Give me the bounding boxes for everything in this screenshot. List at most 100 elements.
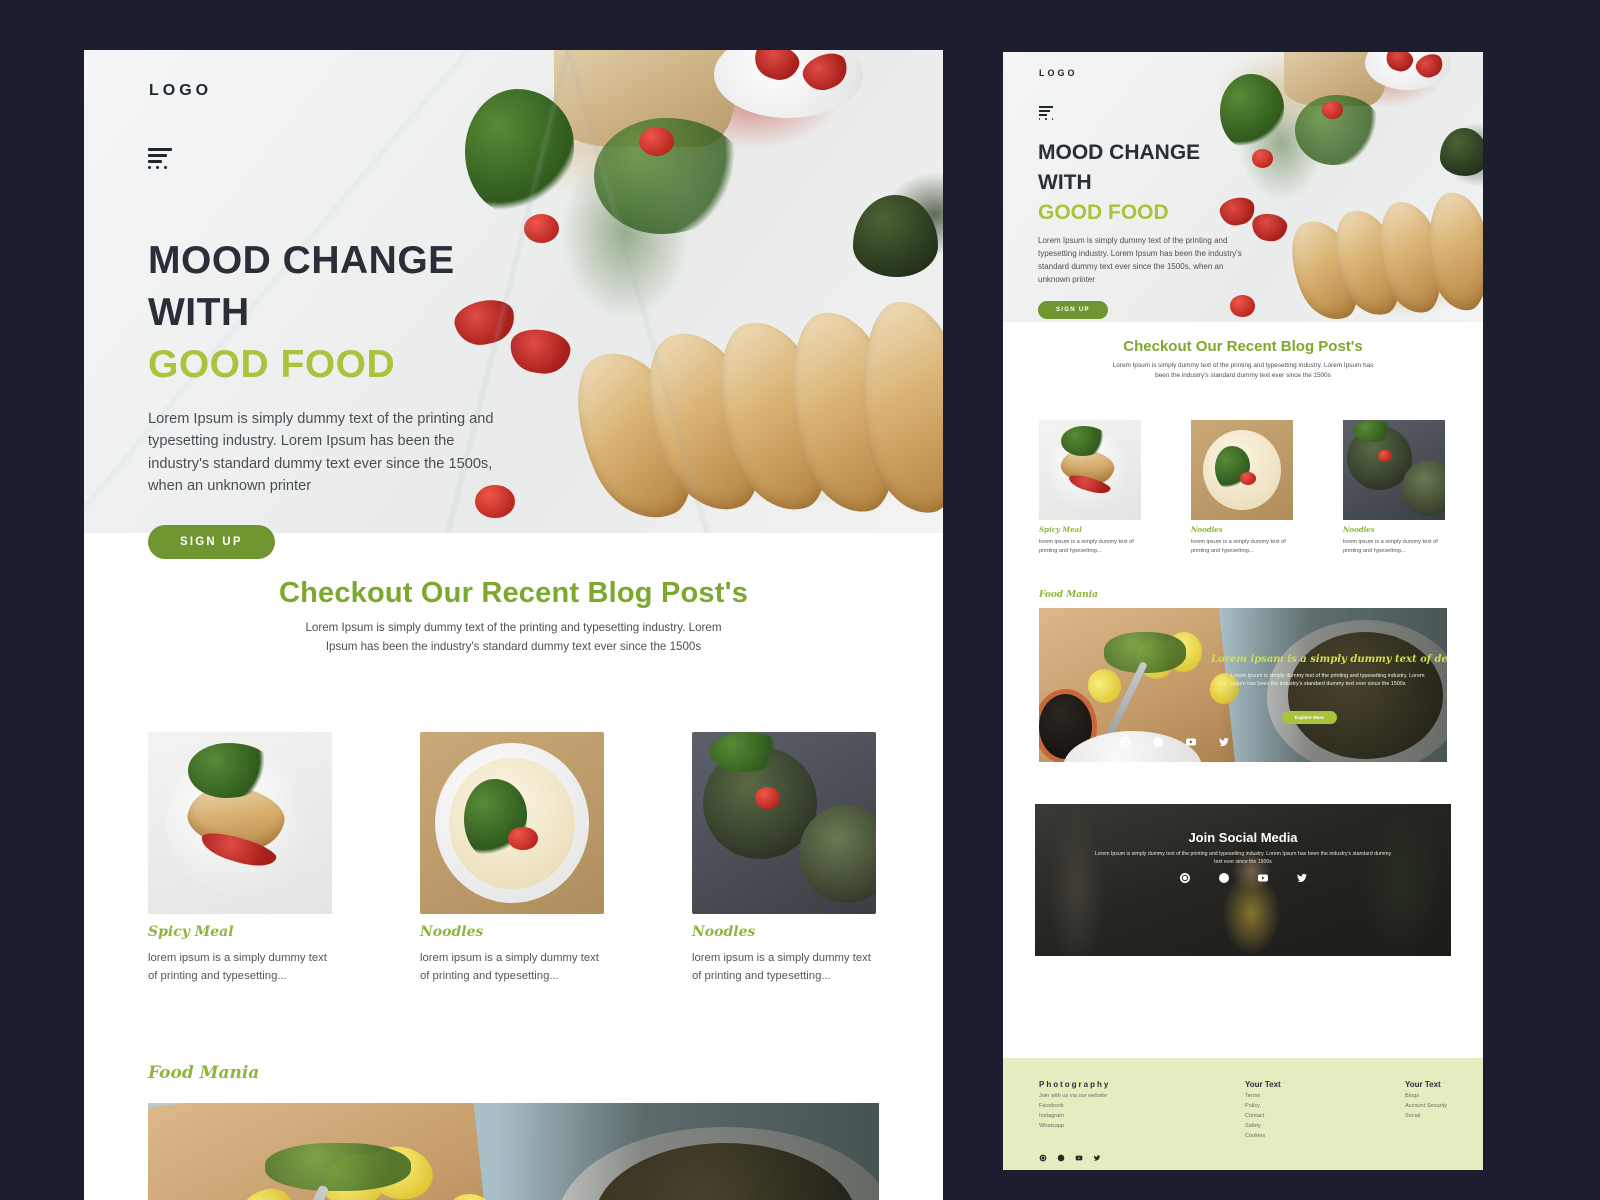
blog-card-text: lorem ipsum is a simply dummy text of pr… — [420, 952, 599, 983]
hero-paragraph: Lorem Ipsum is simply dummy text of the … — [148, 410, 494, 495]
footer-link[interactable]: Safety — [1245, 1123, 1405, 1129]
blog-card-image — [148, 732, 332, 915]
blog-card-text: lorem ipsum is a simply dummy text of pr… — [148, 952, 327, 983]
compact-blog-card-image — [1039, 419, 1141, 520]
twitter-icon[interactable] — [1093, 1154, 1101, 1162]
footer-link[interactable]: Blogs — [1405, 1093, 1447, 1099]
compact-blog-card-caption: Noodles — [1343, 524, 1375, 534]
blog-title: Checkout Our Recent Blog Post's — [278, 577, 749, 609]
compact-hero-headline-line1: MOOD CHANGE — [1038, 141, 1201, 164]
explore-more-button[interactable]: Explore More — [1281, 710, 1337, 724]
hero-headline-line2: WITH — [148, 290, 250, 334]
compact-food-mania-label: Food Mania — [1039, 589, 1098, 600]
compact-blog-card-text: lorem ipsum is a simply dummy text of pr… — [1343, 538, 1438, 554]
compact-hero-copy: MOOD CHANGE WITH GOOD FOOD Lorem Ipsum i… — [1038, 138, 1268, 320]
menu-dots — [1039, 118, 1053, 120]
join-social-title: Join Social Media — [1188, 829, 1298, 845]
blog-subtitle: Lorem Ipsum is simply dummy text of the … — [305, 621, 722, 653]
compact-mania-paragraph: Lorem Ipsum is simply dummy text of the … — [1231, 672, 1425, 688]
instagram-icon[interactable] — [1179, 872, 1191, 884]
footer-social-links — [1039, 1154, 1101, 1162]
compact-blog-card-text: lorem ipsum is a simply dummy text of pr… — [1191, 538, 1286, 554]
blog-card-caption: Spicy Meal — [148, 924, 234, 941]
join-social-media-section: Join Social Media Lorem Ipsum is simply … — [1035, 803, 1451, 956]
compact-blog-subtitle: Lorem Ipsum is simply dummy text of the … — [1112, 362, 1374, 380]
compact-hamburger-menu-icon[interactable] — [1039, 106, 1053, 120]
compact-blog-card-image — [1191, 419, 1293, 520]
blog-card-image — [692, 732, 876, 915]
youtube-icon[interactable] — [1257, 872, 1269, 884]
blog-card-caption: Noodles — [420, 924, 484, 941]
footer-link[interactable]: Social — [1405, 1113, 1447, 1119]
footer-link[interactable]: Whatsapp — [1039, 1123, 1245, 1129]
hero-headline-line3: GOOD FOOD — [148, 342, 396, 386]
compact-blog-card[interactable]: Spicy Meal lorem ipsum is a simply dummy… — [1039, 419, 1141, 556]
compact-logo[interactable]: LOGO — [1039, 68, 1078, 78]
tomato-photo-element — [639, 127, 674, 157]
compact-food-mania-banner[interactable]: Lorem ipsam is a simply dummy text of de… — [1039, 607, 1447, 762]
footer-heading: Photography — [1039, 1080, 1111, 1089]
join-social-subtitle: Lorem Ipsum is simply dummy text of the … — [1094, 850, 1392, 866]
blog-card[interactable]: Noodles lorem ipsum is a simply dummy te… — [692, 732, 876, 985]
noodles-bowls-photo — [692, 732, 876, 915]
footer-link[interactable]: Contact — [1245, 1113, 1405, 1119]
compact-blog-title: Checkout Our Recent Blog Post's — [1123, 338, 1363, 355]
facebook-icon[interactable] — [1218, 872, 1230, 884]
compact-mania-social-links — [1119, 736, 1230, 748]
footer-column-photography: Photography Join with us via our website… — [1039, 1080, 1245, 1170]
compact-blog-card[interactable]: Noodles lorem ipsum is a simply dummy te… — [1191, 419, 1293, 556]
signup-button[interactable]: SIGN UP — [148, 525, 275, 560]
blog-card[interactable]: Noodles lorem ipsum is a simply dummy te… — [420, 732, 604, 985]
footer-link[interactable]: Cookies — [1245, 1133, 1405, 1139]
facebook-icon[interactable] — [1057, 1154, 1065, 1162]
join-social-links — [1035, 872, 1451, 884]
desktop-mockup-panel: LOGO MOOD CHANGE WITH GOOD FOOD Lorem Ip… — [84, 50, 943, 1200]
blog-card[interactable]: Spicy Meal lorem ipsum is a simply dummy… — [148, 732, 332, 985]
hero-headline-line1: MOOD CHANGE — [148, 239, 455, 282]
instagram-icon[interactable] — [1119, 736, 1131, 748]
hero-copy: MOOD CHANGE WITH GOOD FOOD Lorem Ipsum i… — [148, 235, 548, 560]
hero-section: LOGO MOOD CHANGE WITH GOOD FOOD Lorem Ip… — [84, 50, 943, 560]
herb-photo-element — [264, 1143, 412, 1192]
youtube-icon[interactable] — [1075, 1154, 1083, 1162]
facebook-icon[interactable] — [1152, 736, 1164, 748]
avocado-photo-element — [853, 194, 938, 277]
blog-section: Checkout Our Recent Blog Post's Lorem Ip… — [84, 533, 943, 985]
noodles-photo — [420, 732, 604, 915]
compact-blog-card-list: Spicy Meal lorem ipsum is a simply dummy… — [1039, 419, 1447, 556]
kale-photo-element — [464, 88, 575, 215]
footer-link[interactable]: Terms — [1245, 1093, 1405, 1099]
food-mania-banner[interactable]: Lorem ipsam is a simply dummy text of de… — [148, 1103, 879, 1200]
hamburger-menu-icon[interactable] — [148, 148, 172, 170]
twitter-icon[interactable] — [1296, 872, 1308, 884]
compact-signup-button[interactable]: SIGN UP — [1038, 301, 1108, 320]
compact-mockup-panel: LOGO MOOD CHANGE WITH GOOD FOOD Lorem Ip… — [1003, 52, 1483, 1170]
compact-blog-card-text: lorem ipsum is a simply dummy text of pr… — [1039, 538, 1134, 554]
logo[interactable]: LOGO — [149, 82, 212, 100]
compact-blog-card-caption: Spicy Meal — [1039, 524, 1082, 534]
food-mania-label: Food Mania — [148, 1063, 260, 1084]
footer-link[interactable]: Instagram — [1039, 1113, 1245, 1119]
compact-blog-card-image — [1343, 419, 1445, 520]
screenshot-stage: LOGO MOOD CHANGE WITH GOOD FOOD Lorem Ip… — [0, 0, 1600, 1200]
blog-card-list: Spicy Meal lorem ipsum is a simply dummy… — [148, 732, 879, 985]
compact-mania-script-text: Lorem ipsam is a simply dummy text of de… — [1211, 653, 1447, 665]
footer-link[interactable]: Facebook — [1039, 1103, 1245, 1109]
youtube-icon[interactable] — [1185, 736, 1197, 748]
footer-link[interactable]: Join with us via our website — [1039, 1093, 1245, 1099]
instagram-icon[interactable] — [1039, 1154, 1047, 1162]
footer-column-links-1: Your Text Terms Policy Contact Safety Co… — [1245, 1080, 1405, 1170]
compact-hero-paragraph: Lorem Ipsum is simply dummy text of the … — [1038, 236, 1242, 285]
footer-column-links-2: Your Text Blogs Account Security Social — [1405, 1080, 1447, 1170]
footer-link[interactable]: Policy — [1245, 1103, 1405, 1109]
footer-heading: Your Text — [1245, 1080, 1281, 1089]
twitter-icon[interactable] — [1218, 736, 1230, 748]
blog-card-image — [420, 732, 604, 915]
compact-hero-section: LOGO MOOD CHANGE WITH GOOD FOOD Lorem Ip… — [1003, 52, 1483, 322]
footer: Photography Join with us via our website… — [1003, 1058, 1483, 1170]
footer-link[interactable]: Account Security — [1405, 1103, 1447, 1109]
blog-card-caption: Noodles — [692, 924, 756, 941]
banner-overlay — [498, 1103, 879, 1200]
menu-dots — [148, 166, 172, 169]
compact-blog-card[interactable]: Noodles lorem ipsum is a simply dummy te… — [1343, 419, 1445, 556]
